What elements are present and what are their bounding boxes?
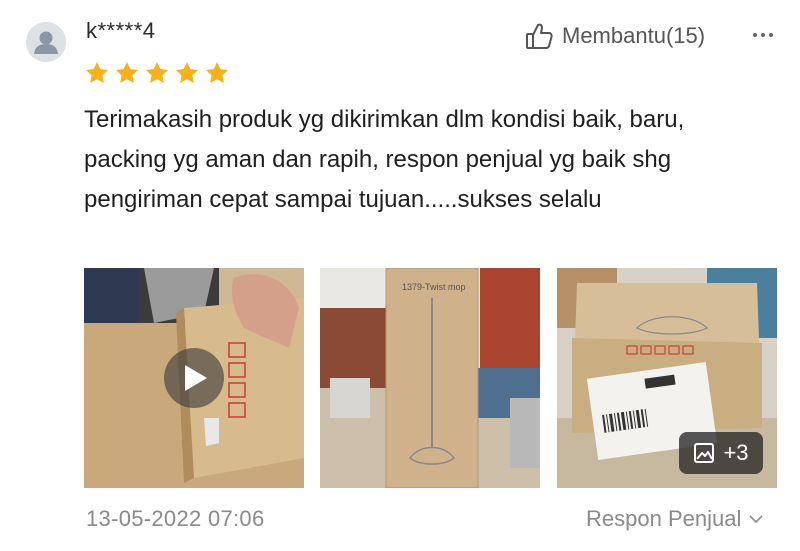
seller-reply-label: Respon Penjual <box>586 506 742 531</box>
more-media-badge[interactable]: +3 <box>679 432 763 474</box>
play-button[interactable] <box>164 348 224 408</box>
more-media-count: +3 <box>723 440 749 465</box>
review-photo-2[interactable]: +3 <box>557 268 777 488</box>
review-date: 13-05-2022 07:06 <box>86 506 265 531</box>
photo-1-image: 1379-Twist mop <box>320 268 540 488</box>
reviewer-username: k*****4 <box>86 18 156 43</box>
review-text: Terimakasih produk yg dikirimkan dlm kon… <box>84 106 685 213</box>
reviewer-avatar[interactable] <box>26 22 66 62</box>
star-icon <box>115 61 139 83</box>
image-icon <box>694 443 715 463</box>
star-icon <box>175 61 199 83</box>
seller-reply-toggle[interactable]: Respon Penjual <box>586 506 763 532</box>
star-icon <box>145 61 169 83</box>
user-avatar-icon <box>26 22 66 62</box>
star-icon <box>85 61 109 83</box>
more-options-button[interactable] <box>746 22 780 48</box>
play-icon <box>185 365 207 391</box>
review-video-thumbnail[interactable] <box>84 268 304 488</box>
more-dots-icon <box>751 33 775 37</box>
rating-stars <box>84 60 230 86</box>
thumbs-up-icon <box>526 23 553 49</box>
helpful-button[interactable]: Membantu(15) <box>524 20 705 52</box>
star-icon <box>205 61 229 83</box>
review-photo-1[interactable]: 1379-Twist mop <box>320 268 540 488</box>
chevron-down-icon <box>749 515 763 524</box>
helpful-count-label: Membantu(15) <box>562 23 706 48</box>
box-label: 1379-Twist mop <box>402 282 466 292</box>
